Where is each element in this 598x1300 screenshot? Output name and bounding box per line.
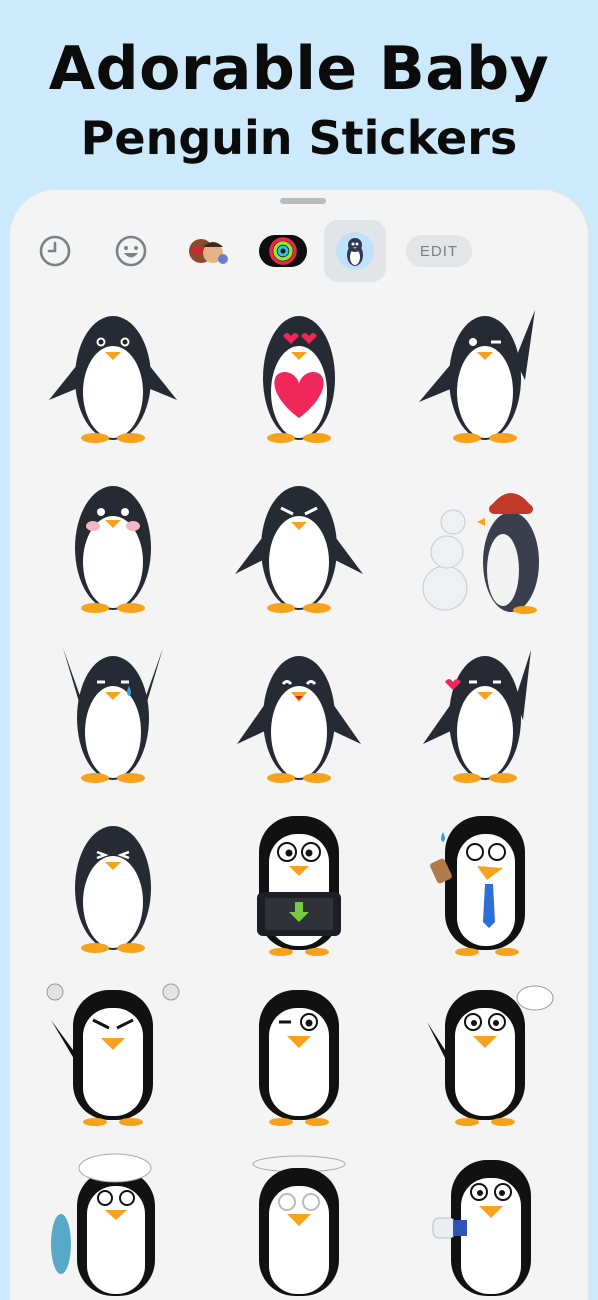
penguin-heart-sticker bbox=[263, 316, 335, 443]
activity-tab[interactable] bbox=[252, 220, 314, 282]
sticker-cell[interactable] bbox=[206, 800, 392, 970]
sticker-cell[interactable] bbox=[206, 970, 392, 1140]
headline-line-2: Penguin Stickers bbox=[80, 111, 518, 165]
activity-rings-icon bbox=[259, 235, 307, 267]
penguin-squint-sticker bbox=[75, 826, 151, 953]
sticker-cell[interactable] bbox=[392, 290, 578, 460]
penguin-tie-sweat-sticker bbox=[430, 816, 525, 956]
headline: Adorable Baby Penguin Stickers bbox=[0, 34, 598, 168]
penguin-kiss-sticker bbox=[423, 650, 531, 783]
penguin-download-sticker bbox=[257, 816, 341, 956]
penguin-furious-sticker bbox=[46, 983, 180, 1126]
sticker-grid bbox=[20, 290, 578, 1300]
penguin-dizzy-sticker bbox=[252, 1155, 346, 1296]
penguin-pack-tab[interactable] bbox=[324, 220, 386, 282]
headline-line-1: Adorable Baby bbox=[48, 34, 550, 104]
penguin-angry-sticker bbox=[235, 486, 363, 613]
sticker-cell[interactable] bbox=[392, 630, 578, 800]
penguin-blush-sticker bbox=[75, 486, 151, 613]
penguin-speech-bubble-sticker bbox=[427, 985, 554, 1126]
sticker-cell[interactable] bbox=[206, 290, 392, 460]
sticker-cell[interactable] bbox=[20, 460, 206, 630]
sticker-cell[interactable] bbox=[206, 1140, 392, 1300]
sticker-cell[interactable] bbox=[392, 1140, 578, 1300]
penguin-laugh-sticker bbox=[237, 656, 361, 783]
sticker-cell[interactable] bbox=[206, 630, 392, 800]
penguin-chef-fish-sticker bbox=[51, 1153, 155, 1296]
edit-button[interactable]: EDIT bbox=[406, 235, 472, 267]
penguin-wave-wink-sticker bbox=[419, 310, 535, 443]
emoji-tab[interactable] bbox=[100, 220, 162, 282]
penguin-thumbs-up-sticker bbox=[432, 1160, 531, 1296]
sticker-cell[interactable] bbox=[20, 970, 206, 1140]
sticker-cell[interactable] bbox=[392, 460, 578, 630]
penguin-wink-sticker bbox=[259, 990, 339, 1126]
recents-tab[interactable] bbox=[24, 220, 86, 282]
penguin-sticker bbox=[49, 316, 177, 443]
penguin-crying-wave-sticker bbox=[63, 648, 163, 783]
sticker-cell[interactable] bbox=[206, 460, 392, 630]
sticker-cell[interactable] bbox=[392, 970, 578, 1140]
penguin-pack-icon bbox=[336, 232, 374, 270]
sticker-keyboard-sheet: EDIT bbox=[10, 190, 588, 1300]
sticker-cell[interactable] bbox=[392, 800, 578, 970]
sticker-cell[interactable] bbox=[20, 800, 206, 970]
memoji-tab[interactable] bbox=[176, 220, 238, 282]
clock-icon bbox=[39, 235, 71, 267]
memoji-icon bbox=[189, 239, 228, 264]
sheet-grabber[interactable] bbox=[280, 198, 326, 204]
penguin-snowman-sticker bbox=[422, 493, 539, 614]
smiley-icon bbox=[115, 235, 147, 267]
sticker-cell[interactable] bbox=[20, 290, 206, 460]
sticker-toolbar: EDIT bbox=[10, 220, 588, 282]
sticker-cell[interactable] bbox=[20, 630, 206, 800]
sticker-cell[interactable] bbox=[20, 1140, 206, 1300]
